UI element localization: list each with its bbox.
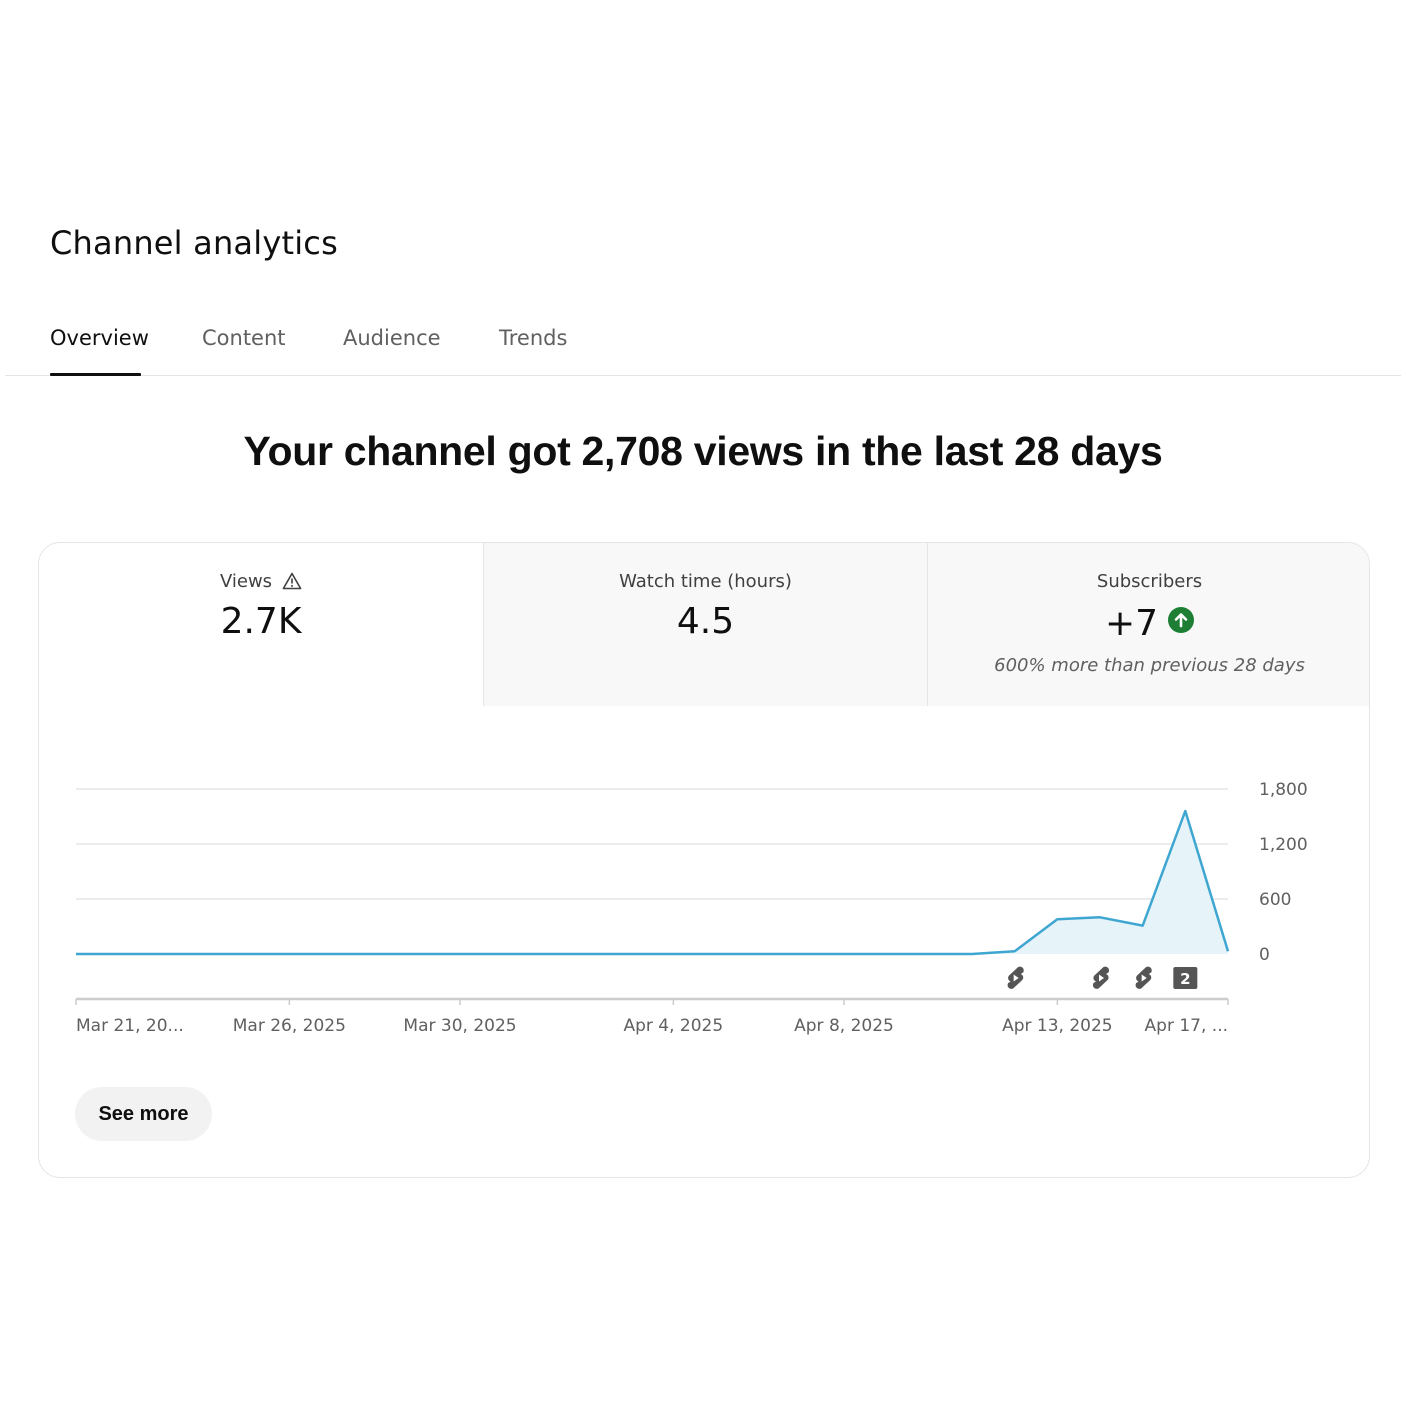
x-tick-label: Apr 13, 2025 <box>1002 1016 1113 1036</box>
x-tick-label: Mar 21, 20... <box>76 1016 184 1036</box>
page-title: Channel analytics <box>50 224 338 262</box>
y-tick-label: 1,200 <box>1259 835 1308 855</box>
see-more-button[interactable]: See more <box>75 1087 212 1141</box>
metric-subscribers[interactable]: Subscribers +7 600% more than previous 2… <box>927 543 1369 706</box>
metric-views-value: 2.7K <box>220 601 302 642</box>
metric-subscribers-value-row: +7 <box>928 601 1369 644</box>
metric-watch-time-value: 4.5 <box>676 601 735 642</box>
warning-icon[interactable] <box>282 572 302 595</box>
metric-views-label-row: Views <box>39 571 483 595</box>
x-tick-label: Mar 26, 2025 <box>233 1016 346 1036</box>
y-tick-label: 0 <box>1259 945 1270 965</box>
count-badge-label: 2 <box>1180 970 1190 988</box>
y-tick-label: 600 <box>1259 890 1291 910</box>
views-chart-svg: 0 600 1,200 1,800 Mar 21, 20... Mar 26, 2025 M… <box>75 780 1308 1036</box>
shorts-icon[interactable] <box>1135 966 1152 989</box>
x-tick-label: Apr 17, ... <box>1145 1016 1228 1036</box>
metric-watch-time[interactable]: Watch time (hours) 4.5 <box>483 543 927 706</box>
series-area <box>76 811 1228 954</box>
metric-subscribers-label: Subscribers <box>1096 571 1203 592</box>
tab-content[interactable]: Content <box>202 326 286 350</box>
metric-views[interactable]: Views 2.7K <box>39 543 483 706</box>
metric-watch-time-label: Watch time (hours) <box>619 571 792 592</box>
metric-subscribers-comparison: 600% more than previous 28 days <box>994 655 1305 676</box>
shorts-icon[interactable] <box>1007 966 1024 989</box>
tab-bar: Overview Content Audience Trends <box>5 318 1401 376</box>
summary-headline: Your channel got 2,708 views in the last… <box>243 428 1163 474</box>
shorts-icon[interactable] <box>1092 966 1110 989</box>
tab-audience[interactable]: Audience <box>343 326 441 350</box>
x-tick-label: Mar 30, 2025 <box>403 1016 516 1036</box>
tab-overview[interactable]: Overview <box>50 326 149 350</box>
analytics-card: Views 2.7K Watch time (hours) 4.5 Subscr… <box>38 542 1370 1178</box>
metric-views-label: Views <box>219 571 273 592</box>
metric-subscribers-value: +7 <box>1104 603 1159 644</box>
x-tick-label: Apr 8, 2025 <box>794 1016 894 1036</box>
y-tick-label: 1,800 <box>1259 780 1308 800</box>
x-tick-label: Apr 4, 2025 <box>623 1016 723 1036</box>
arrow-up-circle-icon <box>1168 601 1195 642</box>
tab-trends[interactable]: Trends <box>499 326 567 350</box>
active-tab-indicator <box>50 373 141 376</box>
views-chart: 0 600 1,200 1,800 Mar 21, 20... Mar 26, 2025 M… <box>39 706 1369 1066</box>
